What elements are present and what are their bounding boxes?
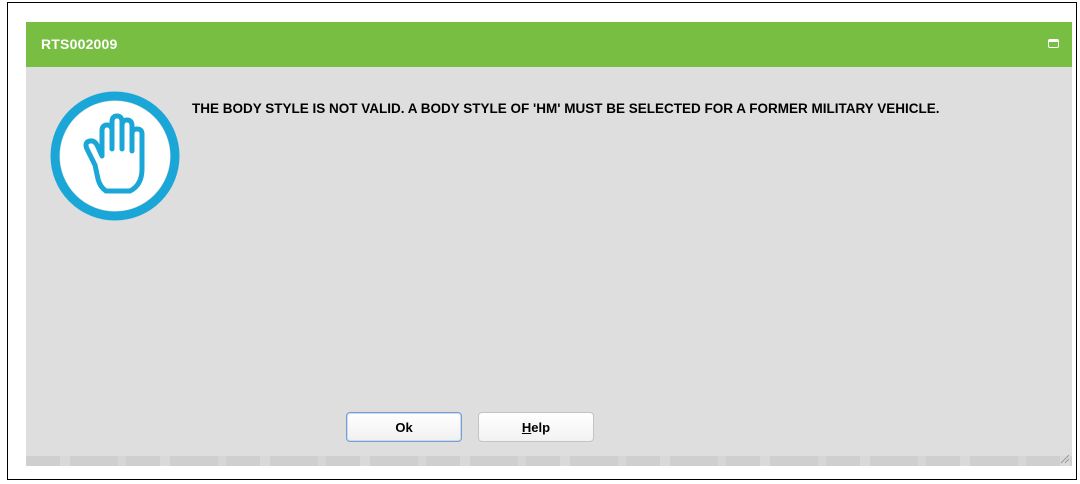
- help-button-label: elp: [531, 419, 551, 435]
- ok-button-label: Ok: [395, 419, 413, 435]
- dialog-title: RTS002009: [41, 36, 118, 52]
- stop-hand-icon: [50, 91, 180, 221]
- error-dialog: RTS002009 THE BODY STYLE IS NOT VALID. A…: [26, 22, 1072, 466]
- dialog-bottom-strip: [26, 456, 1072, 466]
- help-button-mnemonic: H: [521, 419, 532, 435]
- ok-button[interactable]: Ok: [346, 412, 462, 442]
- help-button[interactable]: Help: [478, 412, 594, 442]
- maximize-icon[interactable]: [1048, 39, 1059, 48]
- resize-grip-icon[interactable]: [1058, 452, 1070, 464]
- dialog-titlebar[interactable]: RTS002009: [26, 22, 1072, 67]
- error-message: THE BODY STYLE IS NOT VALID. A BODY STYL…: [192, 101, 940, 116]
